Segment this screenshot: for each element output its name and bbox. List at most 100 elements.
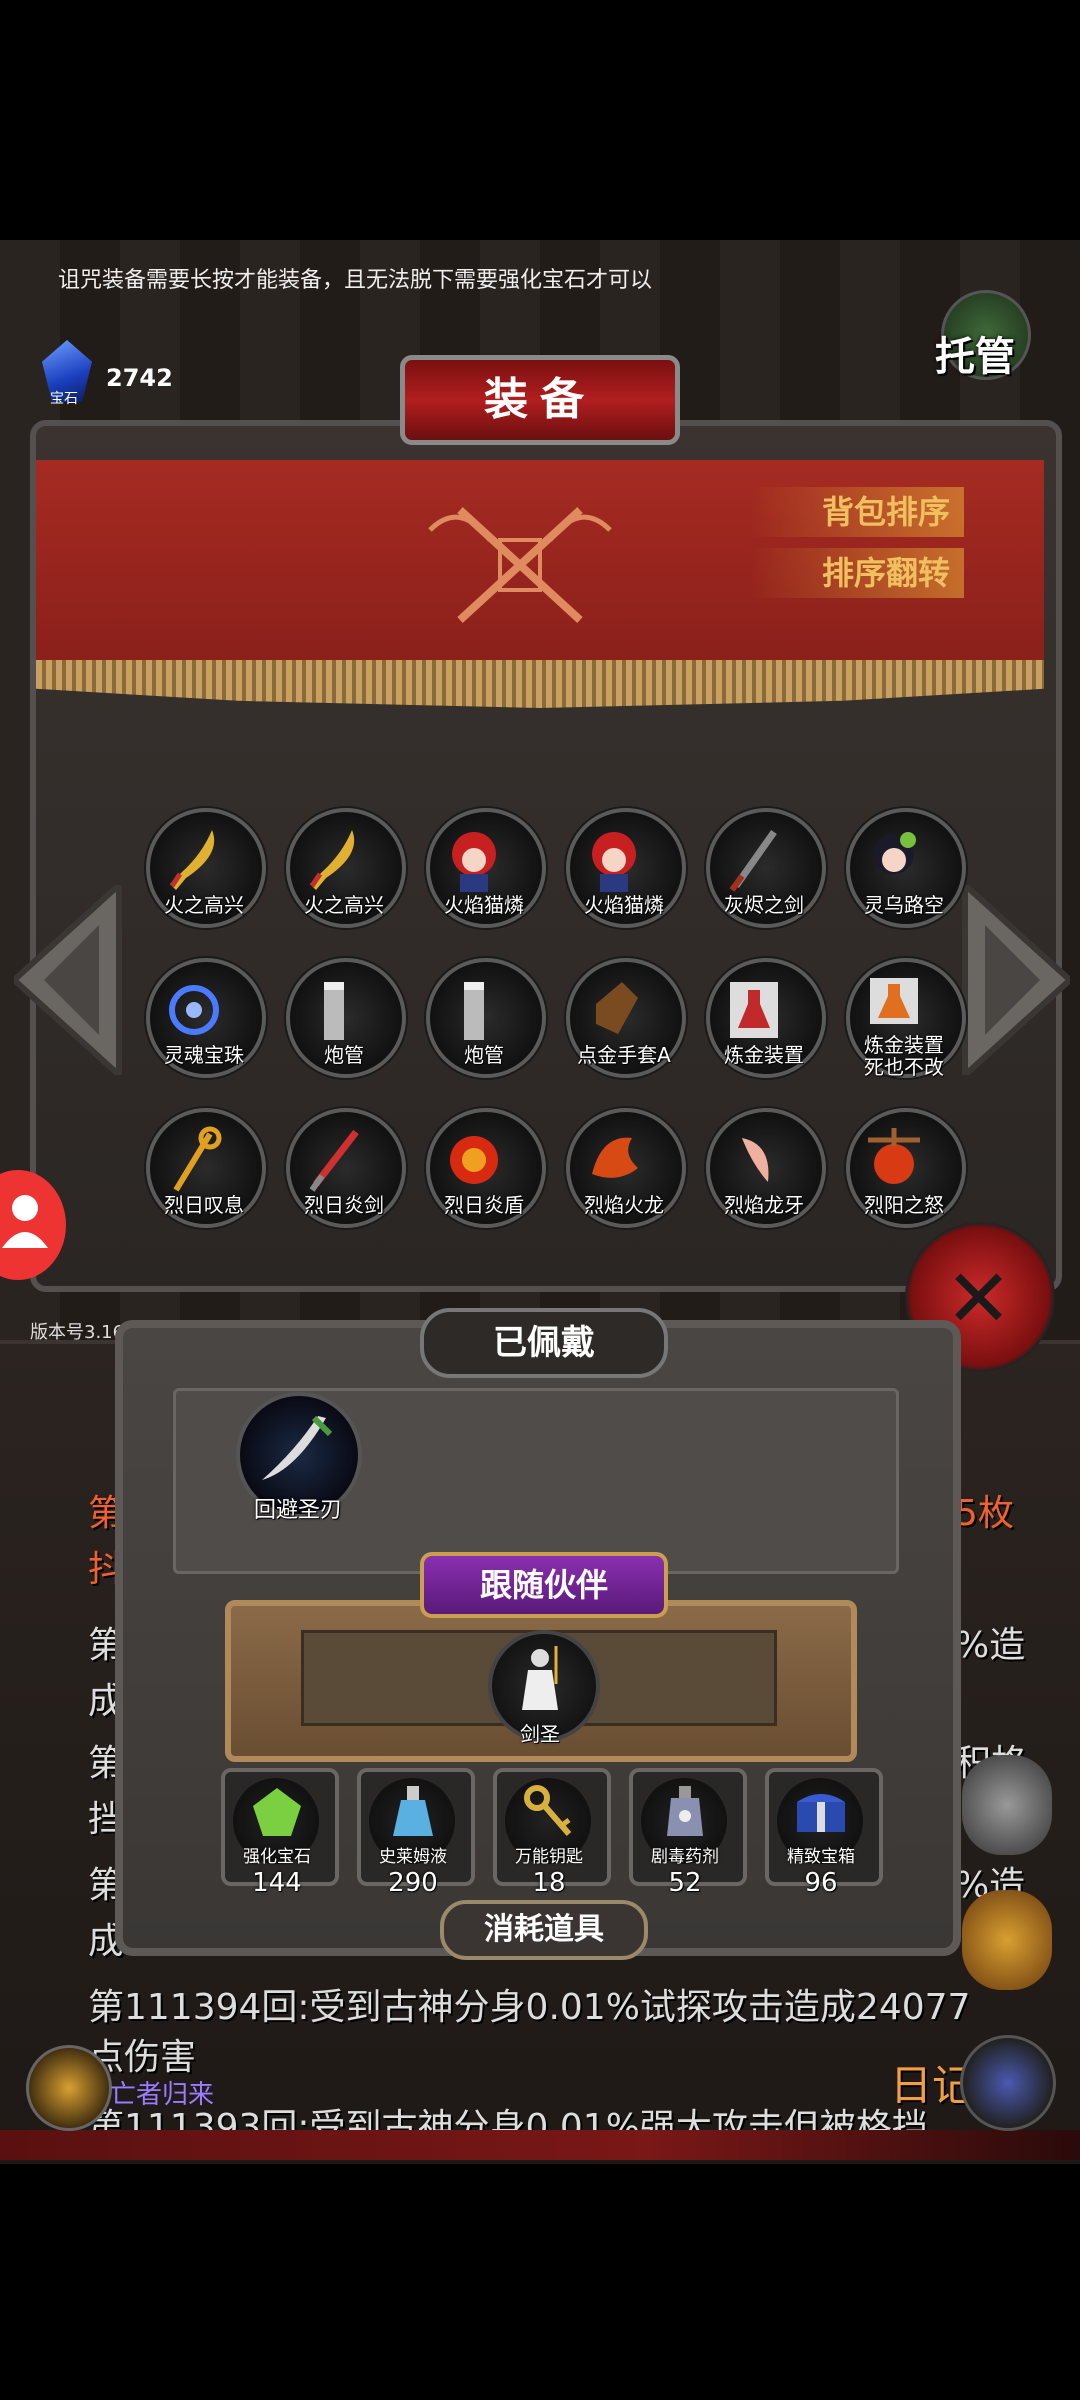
consumable-label: 史莱姆液	[379, 1847, 447, 1867]
equipped-item[interactable]: 回避圣刃	[228, 1392, 368, 1532]
user-icon	[2, 1195, 48, 1248]
equipment-slot[interactable]: 炮管	[278, 958, 408, 1088]
item-label: 烈焰龙牙	[724, 1193, 804, 1217]
prev-page-arrow[interactable]	[9, 878, 124, 1082]
companion-slot[interactable]: 剑圣	[480, 1630, 600, 1750]
item-label: 灵魂宝珠	[164, 1043, 244, 1067]
dark-sword-icon	[729, 829, 777, 892]
undead-return-label: 亡者归来	[110, 2080, 215, 2110]
equipment-slot[interactable]: 烈焰龙牙	[698, 1108, 828, 1238]
item-label: 火之高兴	[304, 893, 384, 917]
item-label: 灰烬之剑	[724, 893, 804, 917]
consumable-slot[interactable]: 史莱姆液 290	[351, 1768, 475, 1900]
item-label: 火之高兴	[164, 893, 244, 917]
raven-girl-icon	[874, 832, 916, 874]
equipment-slot[interactable]: 炼金装置 死也不改	[838, 958, 968, 1088]
auto-label: 托管	[935, 334, 1015, 380]
consumable-label: 强化宝石	[243, 1847, 311, 1867]
equipment-slot[interactable]: 烈日炎剑	[278, 1108, 408, 1238]
version-label: 版本号3.16	[30, 1322, 125, 1343]
consumable-count: 144	[252, 1868, 302, 1898]
equipment-slot[interactable]: 灵魂宝珠	[138, 958, 268, 1088]
item-label: 烈日炎剑	[304, 1193, 384, 1217]
sort-flip-button[interactable]: 排序翻转	[750, 548, 964, 598]
consumable-count: 18	[532, 1868, 566, 1898]
flask-icon	[730, 982, 778, 1038]
equipment-slot[interactable]: 灵乌路空	[838, 808, 968, 938]
item-label: 灵乌路空	[864, 893, 944, 917]
equipment-slot[interactable]: 火焰猫燐	[558, 808, 688, 938]
item-label: 烈日叹息	[164, 1193, 244, 1217]
consumable-slot[interactable]: 强化宝石 144	[215, 1768, 339, 1900]
beer-mug-icon[interactable]	[962, 1890, 1052, 1990]
equipment-slot[interactable]: 点金手套A	[558, 958, 688, 1088]
consumables-title: 消耗道具	[440, 1900, 648, 1960]
item-label: 烈日炎盾	[444, 1193, 524, 1217]
golden-blade-icon	[309, 830, 355, 890]
panel-title: 装备	[400, 355, 680, 445]
panel-title-text: 装备	[484, 374, 596, 425]
consumable-count: 96	[804, 1868, 838, 1898]
consumable-count: 290	[388, 1868, 438, 1898]
log-line: 5枚	[955, 1493, 1014, 1534]
equipment-grid: 火之高兴 火之高兴 火焰猫燐 火焰猫燐 灰烬之剑 灵乌路空 灵魂宝珠 炮管 炮管…	[138, 808, 968, 1238]
enhance-gem-icon	[253, 1788, 301, 1836]
gem-label: 宝石	[50, 391, 78, 407]
item-label: 炮管	[464, 1043, 504, 1067]
swordsman-icon	[522, 1646, 558, 1710]
consumable-slot[interactable]: 剧毒药剂 52	[623, 1768, 747, 1900]
slime-liquid-icon	[393, 1786, 433, 1836]
red-sword-icon	[309, 1129, 359, 1192]
companion-title: 跟随伙伴	[420, 1552, 668, 1618]
equipped-title: 已佩戴	[420, 1308, 668, 1378]
equipment-slot[interactable]: 灰烬之剑	[698, 808, 828, 938]
equipment-slot[interactable]: 烈日叹息	[138, 1108, 268, 1238]
poison-potion-icon	[667, 1786, 703, 1836]
next-page-arrow[interactable]	[960, 878, 1075, 1082]
item-label: 烈焰火龙	[584, 1193, 664, 1217]
item-label: 烈阳之怒	[864, 1193, 944, 1217]
sun-shield-icon	[450, 1136, 498, 1184]
consumable-slot[interactable]: 精致宝箱 96	[759, 1768, 883, 1900]
cat-girl-icon	[592, 832, 636, 892]
consumable-label: 万能钥匙	[515, 1847, 583, 1867]
gem-count: 2742	[106, 364, 173, 392]
diary-book-icon[interactable]	[960, 2035, 1056, 2131]
item-label: 炮管	[324, 1043, 364, 1067]
companion-label: 剑圣	[520, 1722, 560, 1746]
golden-blade-icon	[169, 830, 215, 890]
consumable-slot[interactable]: 万能钥匙 18	[487, 1768, 611, 1900]
crossed-swords-emblem	[420, 490, 620, 640]
fire-dragon-icon	[592, 1137, 638, 1178]
auto-play-button[interactable]: 托管	[935, 290, 1055, 394]
soul-orb-icon	[169, 985, 219, 1035]
health-bar	[0, 2130, 1080, 2160]
equipped-item-label: 回避圣刃	[253, 1498, 342, 1523]
dragon-fang-icon	[742, 1138, 769, 1182]
equipment-slot[interactable]: 火之高兴	[278, 808, 408, 938]
barrel-icon	[324, 982, 344, 1040]
undead-icon[interactable]	[26, 2045, 112, 2131]
item-label: 炼金装置 死也不改	[864, 1033, 944, 1079]
sun-wrath-icon	[868, 1128, 920, 1184]
equipment-slot[interactable]: 烈日炎盾	[418, 1108, 548, 1238]
golden-staff-icon	[173, 1126, 222, 1192]
curved-blade-icon	[262, 1415, 333, 1480]
log-line: 第111394回:受到古神分身0.01%试探攻击造成24077	[88, 1987, 971, 2028]
item-label: 炼金装置	[724, 1043, 804, 1067]
equipment-slot[interactable]: 炼金装置	[698, 958, 828, 1088]
sort-bag-button[interactable]: 背包排序	[750, 487, 964, 537]
consumable-label: 精致宝箱	[787, 1847, 855, 1867]
cat-girl-icon	[452, 832, 496, 892]
helmet-icon[interactable]	[962, 1755, 1052, 1855]
equipment-slot[interactable]: 炮管	[418, 958, 548, 1088]
barrel-icon	[464, 982, 484, 1040]
item-label: 火焰猫燐	[584, 893, 664, 917]
equipment-slot[interactable]: 烈焰火龙	[558, 1108, 688, 1238]
equipment-slot[interactable]: 火之高兴	[138, 808, 268, 938]
hint-text: 诅咒装备需要长按才能装备，且无法脱下需要强化宝石才可以	[58, 268, 653, 293]
equipment-slot[interactable]: 火焰猫燐	[418, 808, 548, 938]
glove-icon	[596, 982, 638, 1034]
consumable-count: 52	[668, 1868, 702, 1898]
equipment-slot[interactable]: 烈阳之怒	[838, 1108, 968, 1238]
